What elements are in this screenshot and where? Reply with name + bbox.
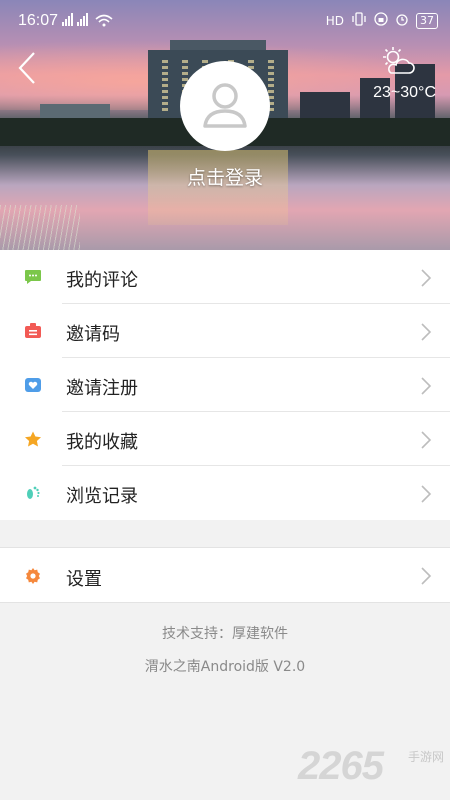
chevron-right-icon bbox=[421, 431, 432, 449]
menu-item-label: 邀请注册 bbox=[66, 378, 138, 399]
back-button[interactable] bbox=[14, 50, 44, 86]
chevron-left-icon bbox=[18, 52, 35, 84]
menu-item-label: 我的收藏 bbox=[66, 432, 138, 453]
partly-cloudy-icon bbox=[383, 47, 415, 74]
header-banner: 16:07 HD 37 23~30°C 点击登录 bbox=[0, 0, 450, 250]
menu-item-label: 邀请码 bbox=[66, 324, 120, 345]
chevron-right-icon bbox=[421, 377, 432, 395]
app-version-text: 渭水之南Android版 V2.0 bbox=[144, 659, 306, 675]
menu-item-my-favorites[interactable]: 我的收藏 bbox=[0, 412, 450, 466]
settings-label: 设置 bbox=[66, 569, 102, 590]
chevron-right-icon bbox=[421, 485, 432, 503]
chevron-right-icon bbox=[421, 269, 432, 287]
menu-item-invite-register[interactable]: 邀请注册 bbox=[0, 358, 450, 412]
footprint-icon bbox=[27, 486, 40, 499]
avatar[interactable] bbox=[180, 61, 270, 151]
user-placeholder-icon bbox=[203, 83, 247, 128]
signal-icon bbox=[62, 13, 122, 30]
lock-rotation-icon bbox=[374, 12, 388, 29]
menu-item-label: 我的评论 bbox=[66, 270, 138, 291]
login-button[interactable]: 点击登录 bbox=[0, 163, 450, 190]
comment-icon bbox=[25, 270, 41, 284]
weather-temperature: 23~30°C bbox=[373, 84, 436, 101]
alarm-icon bbox=[395, 12, 409, 29]
menu-item-my-comments[interactable]: 我的评论 bbox=[0, 250, 450, 304]
battery-indicator: 37 bbox=[416, 12, 438, 29]
watermark-logo: 2265 手游网 bbox=[298, 744, 448, 788]
menu-item-browsing-history[interactable]: 浏览记录 bbox=[0, 466, 450, 520]
status-time: 16:07 bbox=[18, 12, 59, 29]
menu-item-invite-code[interactable]: 邀请码 bbox=[0, 304, 450, 358]
invite-code-icon bbox=[25, 323, 41, 338]
status-right-icons: HD 37 bbox=[326, 12, 438, 29]
watermark-number: 2265 bbox=[298, 744, 384, 788]
star-icon bbox=[25, 431, 41, 447]
menu-item-label: 浏览记录 bbox=[66, 486, 138, 507]
invite-register-icon bbox=[25, 378, 41, 392]
menu-list: 我的评论 邀请码 邀请注册 我的收藏 浏览记录 bbox=[0, 250, 450, 520]
menu-item-settings[interactable]: 设置 bbox=[0, 547, 450, 603]
network-type-label: HD bbox=[325, 13, 344, 28]
watermark-text: 手游网 bbox=[408, 750, 445, 764]
tech-support-text: 技术支持：厚建软件 bbox=[162, 626, 288, 642]
chevron-right-icon bbox=[421, 323, 432, 341]
vibrate-icon bbox=[351, 12, 367, 29]
reeds bbox=[0, 205, 80, 250]
chevron-right-icon bbox=[421, 567, 432, 585]
status-bar: 16:07 HD 37 bbox=[0, 0, 450, 42]
gear-icon bbox=[26, 568, 40, 584]
